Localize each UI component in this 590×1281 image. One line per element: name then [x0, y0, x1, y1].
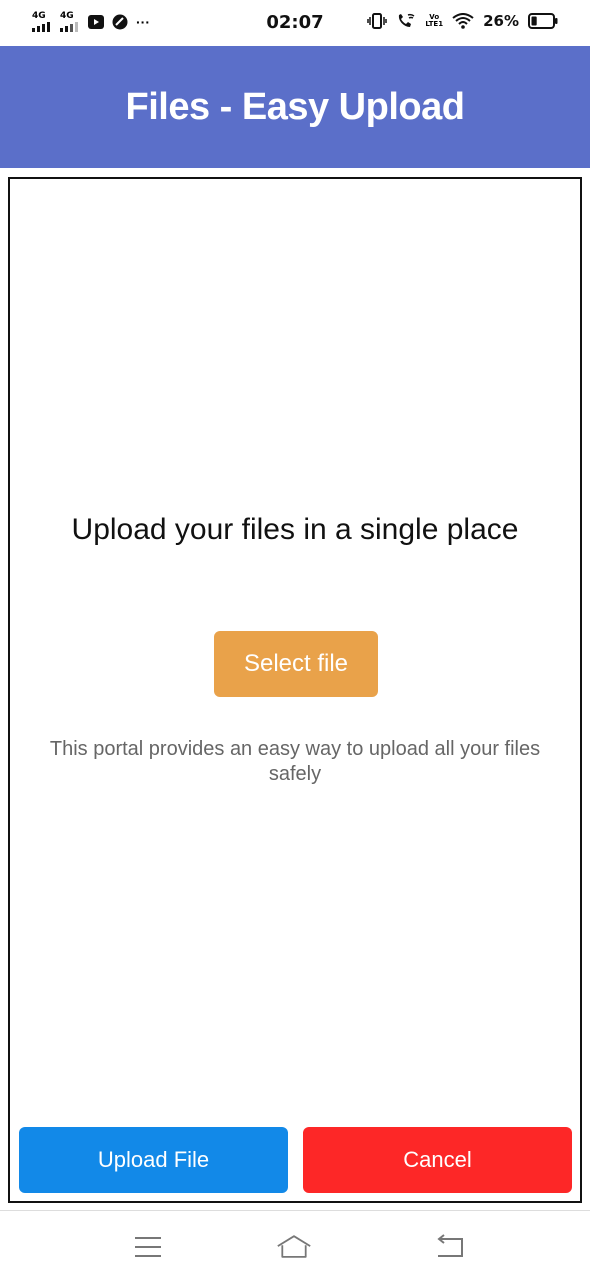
- select-file-button[interactable]: Select file: [214, 631, 378, 697]
- volte-indicator: Vo LTE1: [425, 14, 443, 28]
- wifi-icon: [452, 13, 474, 29]
- menu-icon[interactable]: [130, 1229, 166, 1265]
- page-title: Files - Easy Upload: [125, 85, 465, 128]
- upload-file-button[interactable]: Upload File: [19, 1127, 288, 1193]
- app-header: Files - Easy Upload: [0, 46, 590, 168]
- portal-description: This portal provides an easy way to uplo…: [49, 738, 541, 785]
- lte-label: LTE1: [425, 20, 444, 28]
- upload-headline: Upload your files in a single place: [71, 513, 519, 546]
- cancel-button[interactable]: Cancel: [303, 1127, 572, 1193]
- vibrate-icon: [367, 13, 388, 29]
- back-icon[interactable]: [432, 1229, 468, 1265]
- status-bar: 4G 4G ··· 02:07 Vo LTE1 26%: [0, 0, 590, 46]
- battery-icon: [528, 13, 558, 29]
- battery-percent: 26%: [483, 12, 519, 30]
- home-icon[interactable]: [276, 1229, 312, 1265]
- status-right: Vo LTE1 26%: [367, 12, 558, 30]
- wifi-calling-icon: [399, 13, 415, 27]
- upload-panel: Upload your files in a single place Sele…: [8, 177, 582, 1203]
- system-nav-bar: [0, 1210, 590, 1281]
